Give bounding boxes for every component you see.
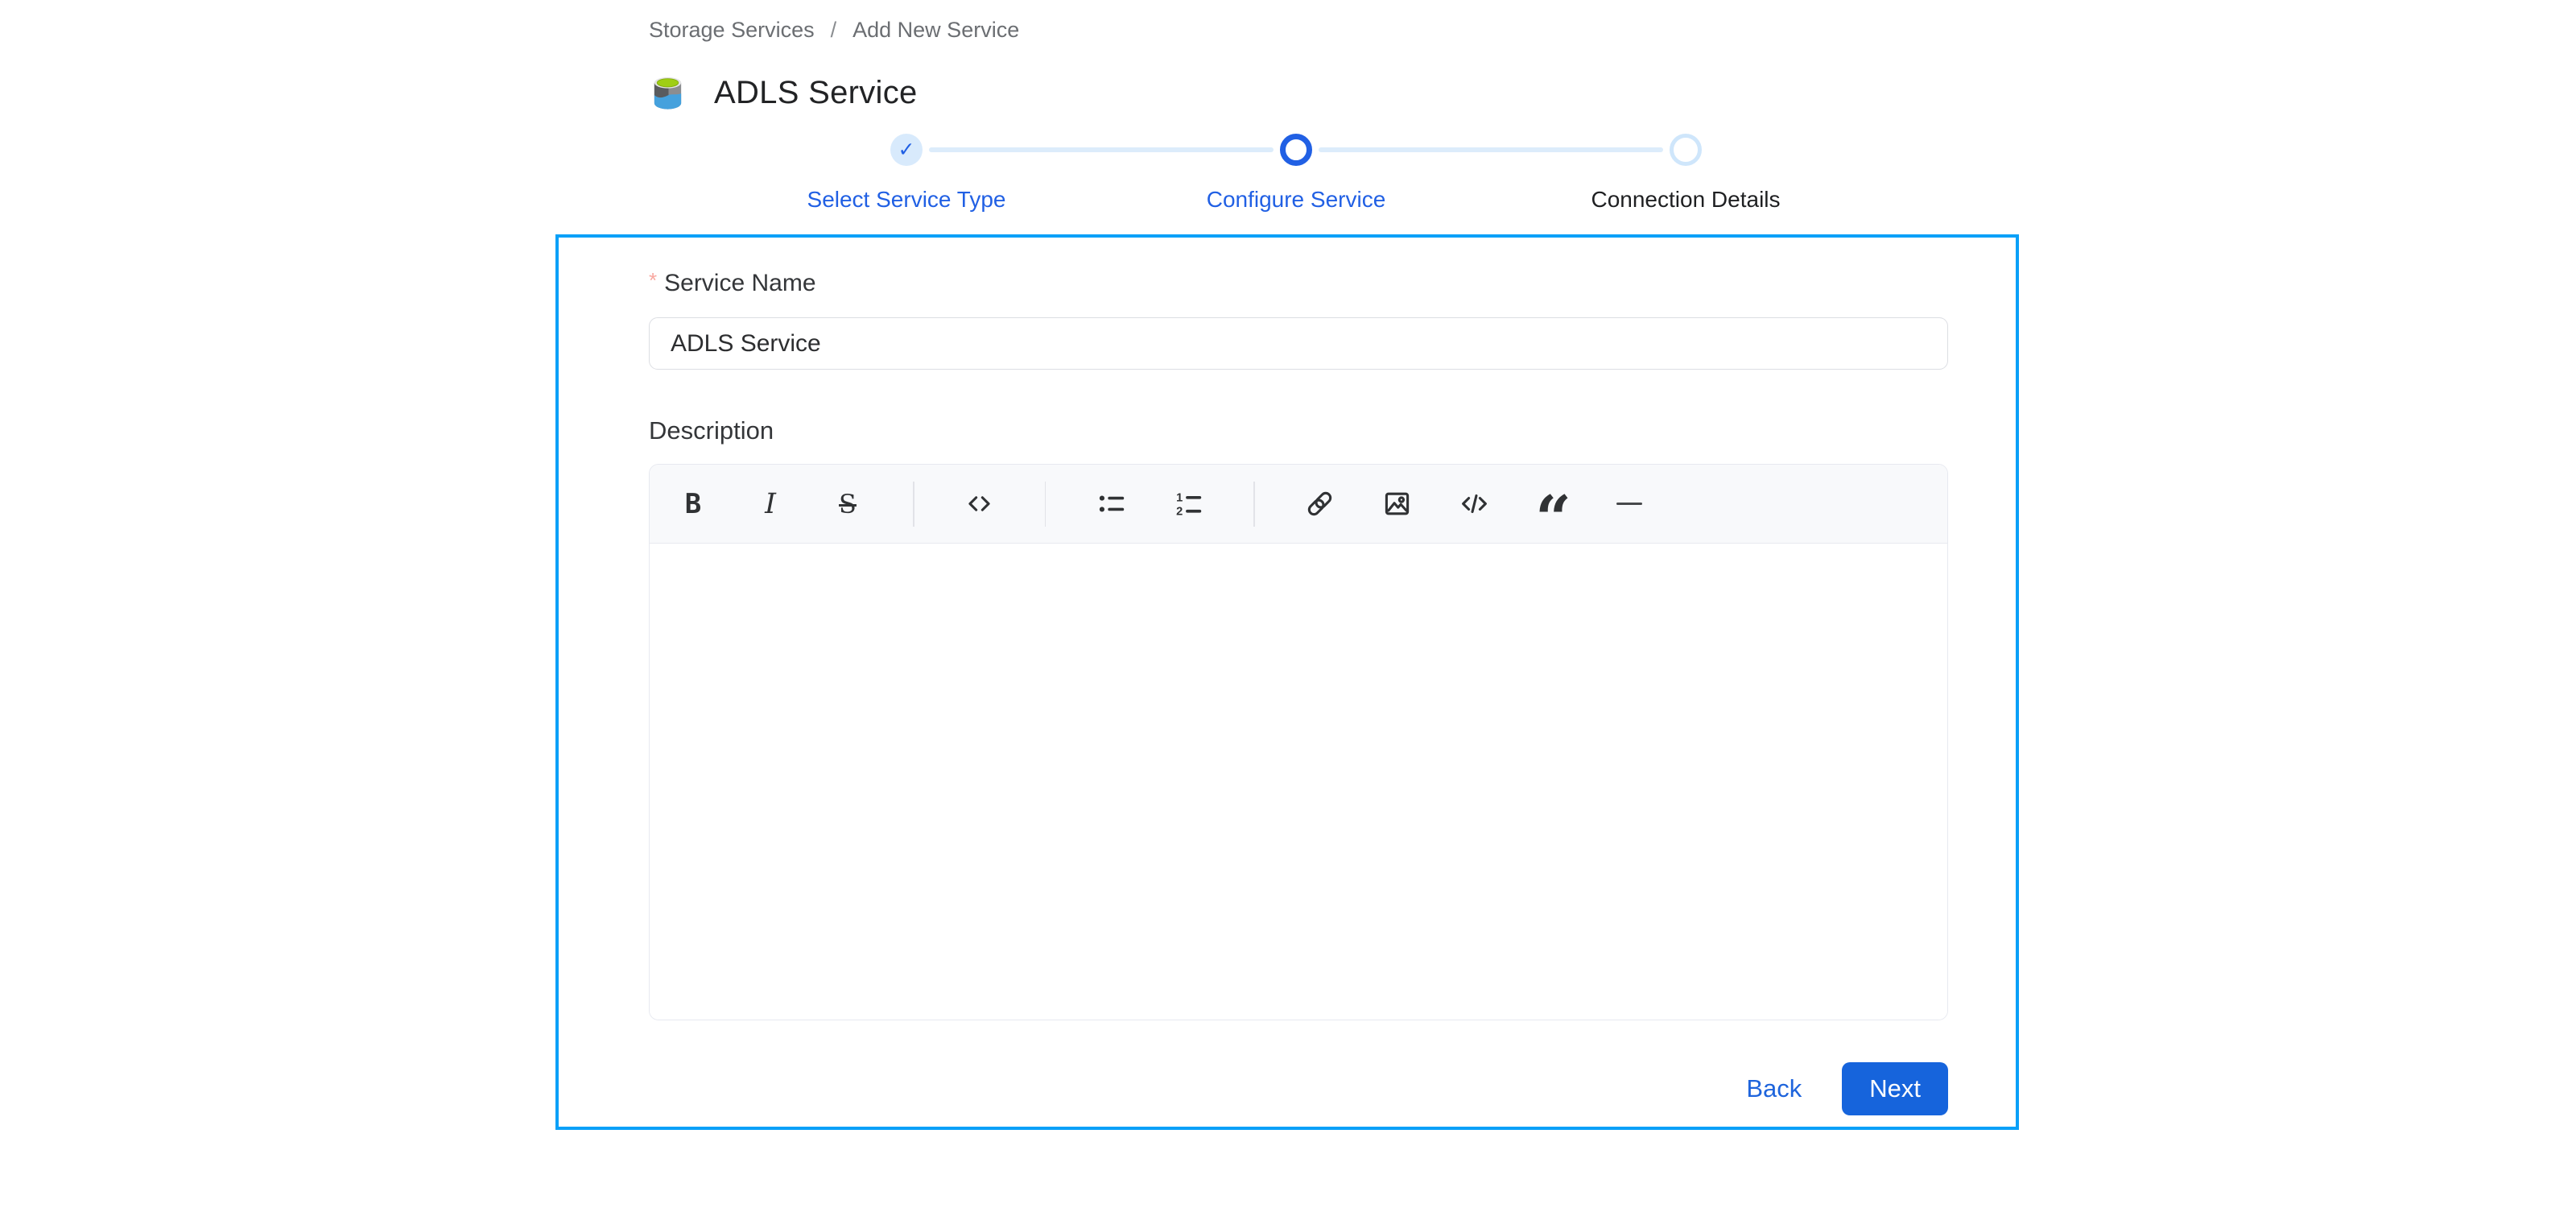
step-3-indicator (1670, 134, 1702, 166)
bulleted-list-icon[interactable] (1088, 482, 1133, 527)
step-1-label: Select Service Type (807, 187, 1006, 213)
toolbar-divider (913, 482, 914, 527)
required-asterisk: * (649, 268, 657, 293)
service-name-input[interactable] (649, 317, 1948, 370)
description-editor: B I S (649, 464, 1948, 1020)
step-1-indicator: ✓ (890, 134, 923, 166)
italic-icon[interactable]: I (748, 482, 793, 527)
configure-service-card: * Service Name Description B I S (555, 234, 2019, 1130)
bold-icon[interactable]: B (671, 482, 716, 527)
breadcrumb-add-new-service[interactable]: Add New Service (852, 18, 1019, 43)
breadcrumb: Storage Services / Add New Service (649, 18, 1019, 43)
card-footer: Back Next (649, 1062, 1948, 1115)
breadcrumb-separator: / (831, 18, 837, 43)
page-title: ADLS Service (714, 75, 918, 111)
inline-code-icon[interactable] (957, 482, 1002, 527)
editor-toolbar: B I S (650, 465, 1947, 544)
svg-text:2: 2 (1176, 505, 1183, 518)
code-block-icon[interactable] (1452, 482, 1497, 527)
step-2-label: Configure Service (1207, 187, 1386, 213)
page-header: ADLS Service (649, 74, 918, 112)
numbered-list-icon[interactable]: 1 2 (1166, 482, 1211, 527)
image-icon[interactable] (1375, 482, 1420, 527)
block-quote-icon[interactable]: “ (1530, 482, 1575, 527)
back-button[interactable]: Back (1746, 1074, 1802, 1103)
toolbar-divider (1045, 482, 1046, 527)
description-editor-body[interactable] (650, 544, 1947, 1020)
adls-service-icon (649, 74, 687, 112)
check-icon: ✓ (898, 140, 915, 160)
next-button[interactable]: Next (1842, 1062, 1948, 1115)
step-3-label: Connection Details (1591, 187, 1780, 213)
step-connection-details: Connection Details (1491, 134, 1880, 213)
step-configure-service: Configure Service (1101, 134, 1491, 213)
horizontal-rule-icon[interactable] (1607, 482, 1652, 527)
service-name-label: * Service Name (649, 270, 1948, 297)
strikethrough-icon[interactable]: S (825, 482, 870, 527)
step-2-indicator (1280, 134, 1312, 166)
breadcrumb-storage-services[interactable]: Storage Services (649, 18, 815, 43)
description-label: Description (649, 416, 1948, 445)
step-select-service-type: ✓ Select Service Type (712, 134, 1101, 213)
toolbar-divider (1253, 482, 1255, 527)
link-icon[interactable] (1298, 482, 1343, 527)
wizard-stepper: ✓ Select Service Type Configure Service … (712, 134, 1880, 222)
svg-text:1: 1 (1176, 491, 1183, 504)
